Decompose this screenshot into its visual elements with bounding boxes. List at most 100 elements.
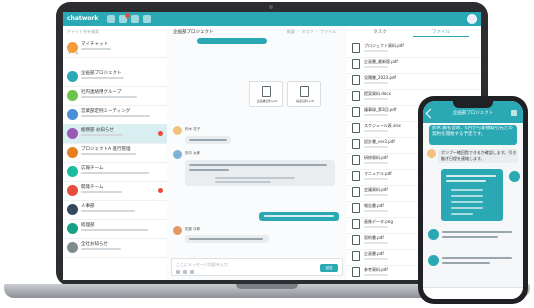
room-name: 営業部定例ミーティング — [81, 109, 131, 113]
room-avatar — [67, 71, 78, 82]
chat-title: 企画部プロジェクト — [173, 30, 214, 35]
app-logo[interactable]: chatwork — [67, 14, 98, 24]
file-meta-line — [364, 114, 388, 116]
search-icon[interactable] — [143, 15, 151, 23]
document-icon — [352, 43, 360, 53]
unread-badge — [158, 131, 163, 136]
room-name: 経理部 — [81, 223, 95, 227]
back-icon[interactable] — [425, 108, 436, 119]
message-sender: 鈴木 花子 — [185, 127, 201, 131]
message-bubble — [185, 235, 269, 243]
room-name: 広報チーム — [81, 166, 104, 170]
room-preview-line — [81, 77, 124, 79]
document-icon — [352, 267, 360, 277]
room-list: チャット名を検索 ルームマイチャット企画部プロジェクト社内連絡用グループ営業部定… — [63, 26, 168, 280]
avatar[interactable] — [428, 255, 439, 266]
message-sender: 田中 太郎 — [185, 151, 201, 155]
room-avatar — [67, 147, 78, 158]
document-icon — [352, 107, 360, 117]
document-icon — [262, 86, 271, 97]
phone-fab-button[interactable] — [509, 171, 520, 182]
app-header: chatwork — [63, 12, 481, 26]
mention-icon[interactable] — [183, 270, 187, 274]
avatar[interactable] — [428, 229, 439, 240]
document-icon — [352, 219, 360, 229]
room-name: 総務部 お知らせ — [81, 128, 114, 132]
file-meta-line — [364, 210, 388, 212]
room-preview-line — [81, 115, 150, 117]
room-avatar — [67, 166, 78, 177]
sent-message-bubble — [259, 212, 339, 221]
avatar[interactable] — [173, 150, 182, 159]
file-attachment-card[interactable]: 提案資料.pdf — [287, 81, 321, 107]
room-item[interactable]: 広報チーム — [63, 162, 167, 182]
room-item[interactable]: マイチャット — [63, 38, 167, 58]
phone-message-bubble: 鈴木 藤も含め、6月から新規取引先との契約を開始する予定です。 — [429, 125, 517, 145]
document-icon — [352, 123, 360, 133]
message-bubble — [185, 160, 335, 186]
attach-file-icon[interactable] — [190, 270, 194, 274]
room-item[interactable]: 営業部定例ミーティング — [63, 105, 167, 125]
message-sender: 佐藤 次郎 — [185, 227, 201, 231]
emoji-icon[interactable] — [176, 270, 180, 274]
room-preview-line — [81, 153, 136, 155]
room-item[interactable]: 全社お知らせ — [63, 238, 167, 258]
room-item[interactable]: プロジェクトA 進行管理 — [63, 143, 167, 163]
message-line — [442, 231, 512, 233]
document-icon — [300, 86, 309, 97]
room-name: 全社お知らせ — [81, 242, 108, 246]
room-search-input[interactable]: チャット名を検索 — [67, 29, 157, 36]
file-name: プロジェクト資料.pdf — [364, 43, 404, 48]
room-avatar — [67, 128, 78, 139]
message-input-bar: ここにメッセージ内容を入力 送信 — [171, 258, 343, 276]
message-input[interactable]: ここにメッセージ内容を入力 — [176, 262, 228, 268]
tab-task[interactable]: タスク — [355, 29, 405, 36]
room-name: プロジェクトA 進行管理 — [81, 147, 131, 151]
camera-icon — [269, 5, 273, 9]
room-name: 開発チーム — [81, 185, 104, 189]
file-meta-line — [364, 258, 388, 260]
message-line — [442, 236, 498, 238]
message-bubble — [197, 38, 267, 44]
send-button[interactable]: 送信 — [320, 264, 338, 272]
room-preview-line — [81, 210, 135, 212]
task-icon[interactable] — [131, 15, 139, 23]
room-avatar — [67, 109, 78, 120]
room-item[interactable]: 社内連絡用グループ — [63, 86, 167, 106]
room-preview-line — [81, 172, 149, 174]
document-icon — [352, 203, 360, 213]
file-attachment-card[interactable]: 企画書資料.pdf — [249, 81, 283, 107]
chat-header-actions[interactable]: 概要 ・ タスク ・ ファイル — [287, 29, 337, 35]
room-preview-line — [81, 248, 121, 250]
menu-icon[interactable] — [511, 110, 517, 116]
avatar[interactable] — [173, 226, 182, 235]
room-name: 社内連絡用グループ — [81, 90, 122, 94]
room-item[interactable]: 人事部 — [63, 200, 167, 220]
avatar[interactable] — [173, 126, 182, 135]
room-item[interactable]: 開発チーム — [63, 181, 167, 201]
document-icon — [352, 75, 360, 85]
room-item[interactable]: 総務部 お知らせ — [63, 124, 167, 144]
room-item[interactable]: 経理部 — [63, 219, 167, 239]
chat-area: 企画部プロジェクト 概要 ・ タスク ・ ファイル 企画書資料.pdf 提案資料… — [167, 26, 348, 280]
tab-file[interactable]: ファイル — [413, 29, 469, 37]
user-avatar-icon[interactable] — [467, 14, 477, 24]
file-meta-line — [364, 194, 388, 196]
avatar[interactable] — [427, 149, 436, 158]
room-preview-line — [81, 229, 148, 231]
document-icon — [352, 235, 360, 245]
phone-notch — [453, 101, 493, 108]
document-icon — [352, 59, 360, 69]
phone-message-bubble: ポンプ一緒回覧できるか確認します。引き継ぎ日程を連絡します。 — [438, 149, 518, 163]
phone-screen: 企画部プロジェクト 鈴木 藤も含め、6月から新規取引先との契約を開始する予定です… — [423, 101, 523, 299]
room-name: 人事部 — [81, 204, 95, 208]
document-icon — [352, 155, 360, 165]
document-icon — [352, 139, 360, 149]
file-meta-line — [364, 178, 388, 180]
room-avatar — [67, 42, 78, 53]
phone-input-bar[interactable] — [423, 287, 523, 299]
laptop-notch — [236, 284, 298, 289]
room-item[interactable]: 企画部プロジェクト — [63, 67, 167, 87]
room-preview-line — [81, 134, 123, 136]
home-icon[interactable] — [107, 15, 115, 23]
